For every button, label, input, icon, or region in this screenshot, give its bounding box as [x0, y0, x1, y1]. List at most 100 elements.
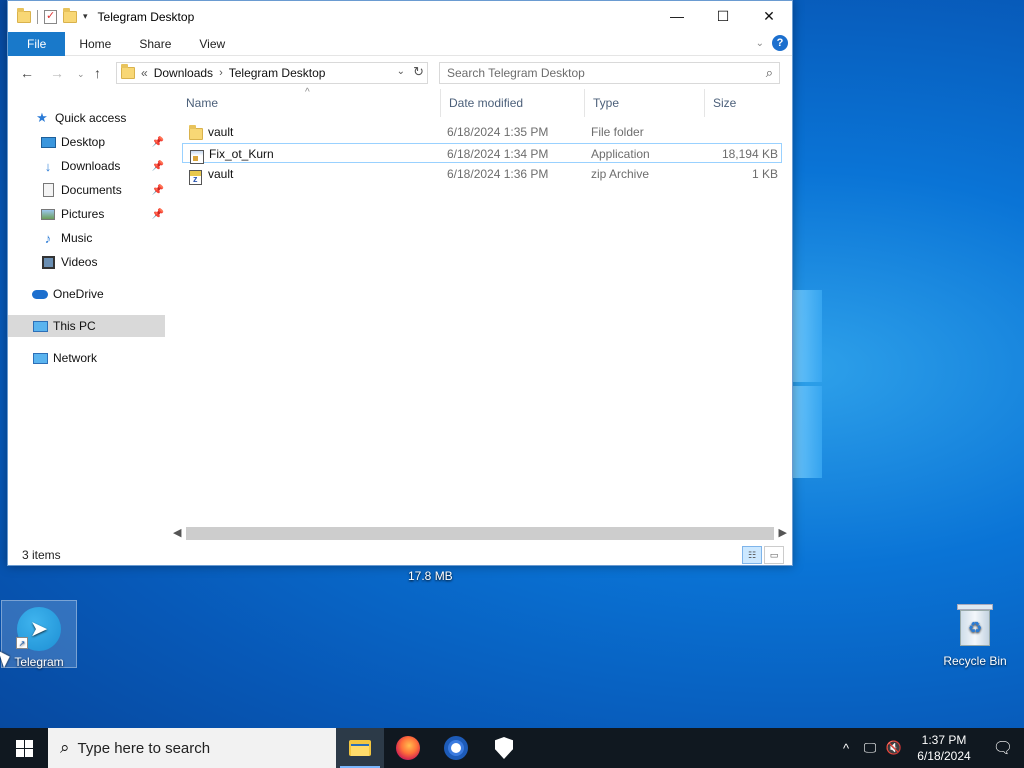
breadcrumb-downloads[interactable]: Downloads	[154, 66, 213, 80]
folder-icon	[121, 64, 135, 79]
sidebar-item-label: OneDrive	[53, 287, 104, 301]
customize-toolbar-arrow-icon[interactable]: ▾	[83, 11, 88, 22]
quick-access-toolbar: ▾	[17, 7, 88, 24]
folder-icon	[189, 125, 204, 140]
address-dropdown-icon[interactable]: ⌄	[397, 66, 405, 77]
desktop-icon-label: Recycle Bin	[943, 654, 1007, 668]
video-icon	[40, 254, 56, 270]
taskbar-firefox[interactable]	[384, 728, 432, 768]
pin-icon[interactable]: 📌	[152, 209, 164, 220]
tab-home[interactable]: Home	[65, 32, 125, 56]
sidebar-item-this-pc[interactable]: This PC	[8, 315, 165, 337]
sidebar-item-downloads[interactable]: ↓ Downloads 📌	[40, 155, 164, 177]
clock[interactable]: 1:37 PM 6/18/2024	[906, 732, 982, 764]
show-hidden-icons-chevron-icon[interactable]: ^	[834, 741, 858, 756]
application-icon	[190, 147, 205, 164]
recent-locations-chevron-icon[interactable]: ⌄	[77, 69, 85, 80]
forward-arrow-icon[interactable]: →	[50, 65, 64, 81]
search-input[interactable]: Search Telegram Desktop ⌕	[439, 62, 780, 84]
start-button[interactable]	[0, 728, 48, 768]
desktop-icon-recycle-bin[interactable]: ♻ Recycle Bin	[937, 600, 1013, 668]
close-button[interactable]: ✕	[746, 1, 792, 31]
network-icon	[32, 350, 48, 366]
sidebar-item-label: Network	[53, 351, 98, 365]
sidebar-item-desktop[interactable]: Desktop 📌	[40, 131, 164, 153]
picture-icon	[40, 206, 56, 222]
properties-icon[interactable]	[44, 9, 57, 24]
scrollbar-thumb[interactable]	[186, 527, 774, 540]
large-icons-view-button[interactable]: ▭	[764, 546, 784, 564]
details-view-button[interactable]: ☷	[742, 546, 762, 564]
sidebar-item-label: Videos	[61, 255, 98, 269]
sidebar-item-videos[interactable]: Videos	[40, 251, 97, 273]
address-bar[interactable]: « Downloads › Telegram Desktop ⌄ ↻	[116, 62, 428, 84]
taskbar-chrome[interactable]	[432, 728, 480, 768]
maximize-button[interactable]: ☐	[700, 1, 746, 31]
breadcrumb-separator-icon[interactable]: ›	[219, 67, 223, 79]
desktop-file-size-label: 17.8 MB	[408, 569, 453, 583]
notification-center-icon[interactable]: 🗨	[982, 738, 1024, 758]
music-note-icon: ♪	[44, 230, 52, 246]
refresh-icon[interactable]: ↻	[413, 64, 424, 80]
title-bar[interactable]: ▾ Telegram Desktop — ☐ ✕	[8, 1, 792, 32]
taskbar-security[interactable]	[480, 728, 528, 768]
file-row-fix-ot-kurn[interactable]: Fix_ot_Kurn 6/18/2024 1:34 PM Applicatio…	[182, 143, 782, 164]
windows-logo-icon	[15, 739, 33, 757]
desktop-icon-telegram[interactable]: ➤ ↗ Telegram	[1, 600, 77, 669]
pin-icon[interactable]: 📌	[152, 185, 164, 196]
navigation-pane: ★ Quick access Desktop 📌 ↓ Downloads 📌 D…	[8, 101, 168, 521]
window-title: Telegram Desktop	[97, 9, 195, 24]
sidebar-item-documents[interactable]: Documents 📌	[40, 179, 164, 201]
security-shield-icon	[495, 737, 513, 759]
file-name: Fix_ot_Kurn	[209, 147, 274, 161]
file-date: 6/18/2024 1:36 PM	[447, 167, 549, 181]
taskbar: ⌕ Type here to search ^ 🖵 🔇 1:37 PM 6/18…	[0, 728, 1024, 768]
column-header-name[interactable]: Name	[178, 89, 440, 117]
column-header-type[interactable]: Type	[584, 89, 704, 117]
tab-file[interactable]: File	[8, 31, 66, 56]
sidebar-item-quick-access[interactable]: ★ Quick access	[34, 107, 126, 129]
cloud-icon	[32, 286, 48, 302]
taskbar-file-explorer[interactable]	[336, 728, 384, 768]
minimize-button[interactable]: —	[654, 1, 700, 31]
scroll-left-arrow-icon[interactable]: ◀	[173, 526, 181, 539]
network-status-icon[interactable]: 🖵	[858, 740, 882, 756]
breadcrumb-telegram-desktop[interactable]: Telegram Desktop	[229, 66, 326, 80]
desktop-icon-label: Telegram	[14, 655, 64, 669]
column-header-date-modified[interactable]: Date modified	[440, 89, 584, 117]
help-icon[interactable]: ?	[772, 35, 788, 51]
sidebar-item-network[interactable]: Network	[32, 347, 97, 369]
back-arrow-icon[interactable]: ←	[20, 65, 34, 81]
firefox-icon	[396, 736, 420, 760]
star-icon: ★	[36, 110, 48, 125]
up-arrow-icon[interactable]: ↑	[94, 65, 101, 81]
file-row-vault-folder[interactable]: vault 6/18/2024 1:35 PM File folder	[182, 122, 782, 142]
shortcut-arrow-icon: ↗	[16, 637, 28, 649]
scroll-right-arrow-icon[interactable]: ▶	[779, 526, 787, 539]
tab-share[interactable]: Share	[125, 32, 185, 56]
expand-ribbon-chevron-icon[interactable]: ⌄	[756, 38, 764, 49]
item-count: 3 items	[22, 548, 61, 562]
tab-view[interactable]: View	[185, 32, 239, 56]
volume-muted-icon[interactable]: 🔇	[882, 740, 906, 756]
sidebar-item-music[interactable]: ♪ Music	[40, 227, 93, 249]
horizontal-scrollbar[interactable]: ◀ ▶	[170, 525, 790, 542]
sidebar-item-onedrive[interactable]: OneDrive	[32, 283, 104, 305]
sidebar-item-pictures[interactable]: Pictures 📌	[40, 203, 164, 225]
file-size: 18,194 KB	[721, 147, 778, 161]
new-folder-icon[interactable]	[63, 7, 77, 23]
file-row-vault-zip[interactable]: vault 6/18/2024 1:36 PM zip Archive 1 KB	[182, 164, 782, 185]
pin-icon[interactable]: 📌	[152, 137, 164, 148]
file-size: 1 KB	[751, 167, 778, 181]
computer-icon	[32, 318, 48, 334]
file-date: 6/18/2024 1:34 PM	[447, 147, 549, 161]
column-header-size[interactable]: Size	[704, 89, 784, 117]
taskbar-search-box[interactable]: ⌕ Type here to search	[48, 728, 336, 768]
sidebar-item-label: Pictures	[61, 207, 105, 221]
status-bar: 3 items ☷ ▭	[8, 544, 792, 566]
pin-icon[interactable]: 📌	[152, 161, 164, 172]
divider	[37, 9, 38, 24]
search-icon: ⌕	[60, 738, 70, 757]
sidebar-item-label: Music	[61, 231, 93, 245]
breadcrumb-overflow[interactable]: «	[141, 66, 148, 80]
